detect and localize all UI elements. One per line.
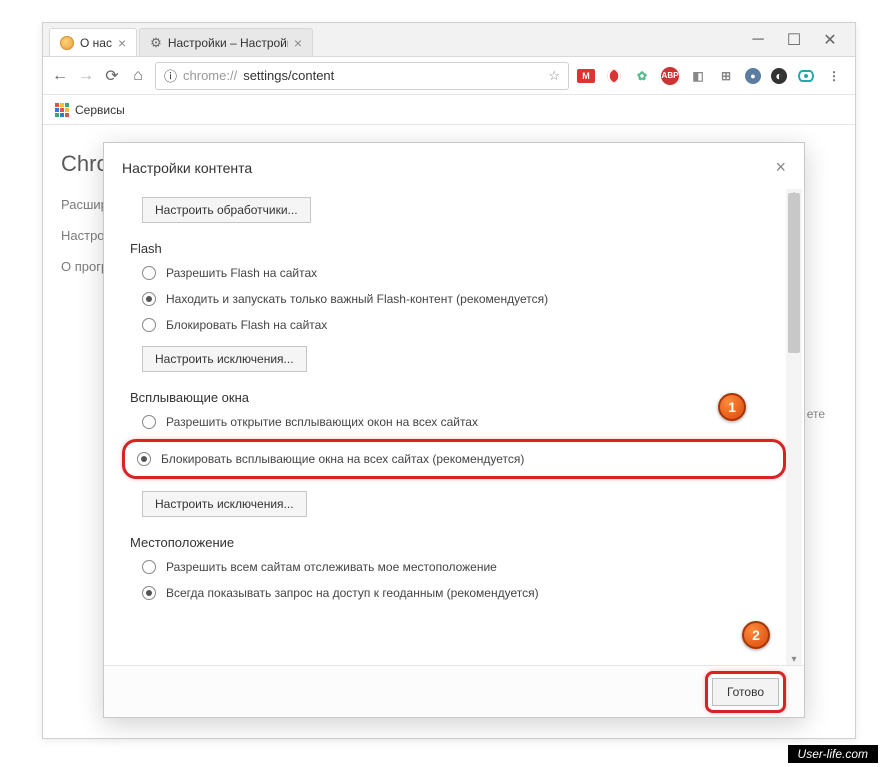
window-minimize-button[interactable]: ─ <box>751 33 765 47</box>
radio-flash-detect[interactable]: Находить и запускать только важный Flash… <box>130 286 778 312</box>
section-location-title: Местоположение <box>130 535 778 550</box>
tab-about[interactable]: О нас × <box>49 28 137 56</box>
done-button[interactable]: Готово <box>712 678 779 706</box>
scroll-down-icon[interactable]: ▾ <box>786 654 802 665</box>
scroll-thumb[interactable] <box>788 193 800 353</box>
extension-icon[interactable]: ◧ <box>689 67 707 85</box>
tab-title: О нас <box>80 36 112 50</box>
radio-icon <box>142 266 156 280</box>
radio-icon <box>142 318 156 332</box>
annotation-badge-1: 1 <box>718 393 746 421</box>
opera-icon[interactable] <box>605 67 623 85</box>
radio-popups-allow[interactable]: Разрешить открытие всплывающих окон на в… <box>130 409 778 435</box>
browser-window: ─ ☐ ✕ О нас × ⚙ Настройки – Настройки × … <box>42 22 856 739</box>
radio-icon <box>142 586 156 600</box>
menu-button[interactable]: ⋮ <box>825 67 843 85</box>
apps-label[interactable]: Сервисы <box>75 103 125 117</box>
modal-footer: Готово <box>104 665 804 717</box>
window-maximize-button[interactable]: ☐ <box>787 33 801 47</box>
radio-label: Разрешить открытие всплывающих окон на в… <box>166 415 478 429</box>
extension-icon[interactable]: ✿ <box>633 67 651 85</box>
radio-label: Находить и запускать только важный Flash… <box>166 292 548 306</box>
favicon-gear-icon: ⚙ <box>150 35 162 51</box>
radio-location-allow[interactable]: Разрешить всем сайтам отслеживать мое ме… <box>130 554 778 580</box>
adblock-icon[interactable]: ABP <box>661 67 679 85</box>
content-settings-modal: Настройки контента × Настроить обработчи… <box>103 142 805 718</box>
extension-icons: M ✿ ABP ◧ ⊞ ● ◐ ⋮ <box>577 67 847 85</box>
bookmarks-bar: Сервисы <box>43 95 855 125</box>
url-path: settings/content <box>243 68 334 83</box>
radio-label: Блокировать всплывающие окна на всех сай… <box>161 452 524 466</box>
popups-exceptions-button[interactable]: Настроить исключения... <box>142 491 307 517</box>
home-button[interactable]: ⌂ <box>129 67 147 85</box>
flash-exceptions-button[interactable]: Настроить исключения... <box>142 346 307 372</box>
badge-number: 1 <box>728 399 736 415</box>
apps-icon[interactable] <box>55 103 69 117</box>
extension-icon[interactable]: ◐ <box>771 68 787 84</box>
modal-close-button[interactable]: × <box>775 157 786 178</box>
radio-flash-block[interactable]: Блокировать Flash на сайтах <box>130 312 778 338</box>
gmail-icon[interactable]: M <box>577 69 595 83</box>
highlight-done: Готово <box>705 671 786 713</box>
radio-popups-block[interactable]: Блокировать всплывающие окна на всех сай… <box>133 446 775 472</box>
url-scheme: chrome:// <box>183 68 237 83</box>
annotation-badge-2: 2 <box>742 621 770 649</box>
radio-icon <box>142 292 156 306</box>
bookmark-star-icon[interactable]: ☆ <box>548 68 560 84</box>
configure-handlers-button[interactable]: Настроить обработчики... <box>142 197 311 223</box>
radio-label: Всегда показывать запрос на доступ к гео… <box>166 586 539 600</box>
favicon-orange-icon <box>60 36 74 50</box>
background-text: ете <box>807 407 825 421</box>
radio-icon <box>142 560 156 574</box>
radio-label: Блокировать Flash на сайтах <box>166 318 327 332</box>
radio-icon <box>137 452 151 466</box>
window-close-button[interactable]: ✕ <box>823 33 837 47</box>
forward-button[interactable]: → <box>77 67 95 85</box>
reload-button[interactable]: ⟳ <box>103 66 121 86</box>
toolbar: ← → ⟳ ⌂ ⓘ chrome:// settings/content ☆ M … <box>43 57 855 95</box>
info-icon: ⓘ <box>164 66 177 85</box>
radio-icon <box>142 415 156 429</box>
highlight-popups-block: Блокировать всплывающие окна на всех сай… <box>122 439 786 479</box>
modal-body: Настроить обработчики... Flash Разрешить… <box>104 189 804 665</box>
address-bar[interactable]: ⓘ chrome:// settings/content ☆ <box>155 62 569 90</box>
radio-label: Разрешить всем сайтам отслеживать мое ме… <box>166 560 497 574</box>
tab-title: Настройки – Настройки <box>168 36 288 50</box>
back-button[interactable]: ← <box>51 67 69 85</box>
tab-close-button[interactable]: × <box>294 35 302 51</box>
eye-icon[interactable] <box>797 67 815 85</box>
tab-settings[interactable]: ⚙ Настройки – Настройки × <box>139 28 313 56</box>
section-flash-title: Flash <box>130 241 778 256</box>
modal-header: Настройки контента × <box>104 143 804 188</box>
radio-flash-allow[interactable]: Разрешить Flash на сайтах <box>130 260 778 286</box>
tab-close-button[interactable]: × <box>118 35 126 51</box>
modal-scrollbar[interactable]: ▴ ▾ <box>786 189 802 665</box>
page-content: Chrome Расшире Настройк О програ ете Нас… <box>43 127 855 738</box>
window-controls: ─ ☐ ✕ <box>733 23 855 57</box>
badge-number: 2 <box>752 627 760 643</box>
watermark: User-life.com <box>788 745 878 763</box>
vk-icon[interactable]: ● <box>745 68 761 84</box>
extension-icon[interactable]: ⊞ <box>717 67 735 85</box>
radio-location-ask[interactable]: Всегда показывать запрос на доступ к гео… <box>130 580 778 606</box>
section-popups-title: Всплывающие окна <box>130 390 778 405</box>
radio-label: Разрешить Flash на сайтах <box>166 266 317 280</box>
modal-title: Настройки контента <box>122 160 252 176</box>
